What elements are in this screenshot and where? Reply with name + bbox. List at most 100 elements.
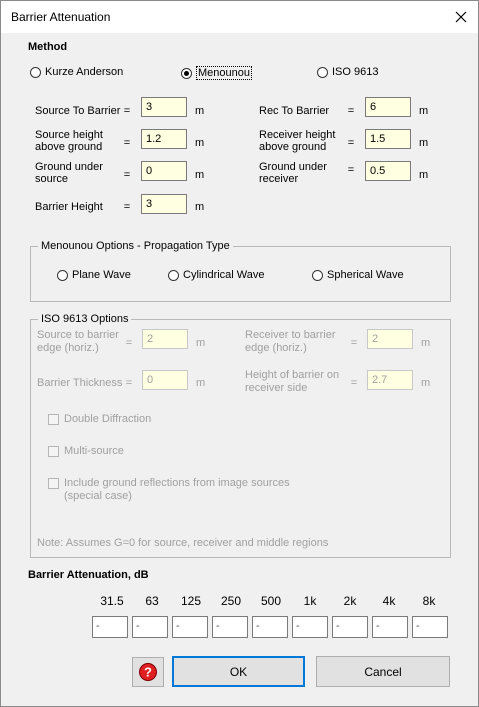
source-height-label-line2: above ground xyxy=(35,141,103,153)
dialog-body: Method Kurze Anderson Menounou ISO 9613 … xyxy=(1,33,478,706)
help-icon: ? xyxy=(139,663,157,681)
title-bar: Barrier Attenuation xyxy=(1,1,478,33)
ok-button[interactable]: OK xyxy=(172,656,305,687)
receiver-edge-label-line2: edge (horiz.) xyxy=(245,342,307,354)
svg-text:?: ? xyxy=(144,665,152,680)
receiver-height-input[interactable]: 1.5 xyxy=(365,129,411,149)
freq-label: 31.5 xyxy=(100,594,124,608)
source-height-input[interactable]: 1.2 xyxy=(141,129,187,149)
attenuation-value-box[interactable]: - xyxy=(332,616,368,638)
attenuation-heading: Barrier Attenuation, dB xyxy=(28,569,149,581)
unit-label: m xyxy=(196,337,206,349)
attenuation-value-box[interactable]: - xyxy=(372,616,408,638)
rec-to-barrier-input[interactable]: 6 xyxy=(365,97,411,117)
ground-source-label-line2: source xyxy=(35,173,69,185)
freq-label: 63 xyxy=(145,594,159,608)
window-title: Barrier Attenuation xyxy=(11,10,111,24)
equals-sign: = xyxy=(347,164,355,176)
unit-label: m xyxy=(421,377,431,389)
checkbox-label: Multi-source xyxy=(64,445,124,457)
unit-label: m xyxy=(419,137,429,149)
equals-sign: = xyxy=(350,377,358,389)
source-edge-label-line2: edge (horiz.) xyxy=(37,342,99,354)
equals-sign: = xyxy=(347,105,355,117)
radio-iso-9613[interactable]: ISO 9613 xyxy=(317,66,378,78)
checkbox-label: Include ground reflections from image so… xyxy=(64,477,290,503)
freq-label: 250 xyxy=(220,594,242,608)
equals-sign: = xyxy=(125,337,133,349)
ground-reflections-checkbox[interactable]: Include ground reflections from image so… xyxy=(48,477,290,503)
height-receiver-input[interactable]: 2.7 xyxy=(367,370,413,390)
radio-spherical-wave[interactable]: Spherical Wave xyxy=(312,269,404,281)
receiver-edge-input[interactable]: 2 xyxy=(367,329,413,349)
freq-label: 8k xyxy=(422,594,436,608)
checkbox-label-line2: (special case) xyxy=(64,490,132,502)
radio-indicator xyxy=(30,66,41,78)
attenuation-value-box[interactable]: - xyxy=(292,616,328,638)
source-edge-input[interactable]: 2 xyxy=(142,329,188,349)
receiver-height-label-line2: above ground xyxy=(259,141,327,153)
barrier-thickness-label: Barrier Thickness xyxy=(37,377,123,389)
freq-label: 1k xyxy=(303,594,317,608)
ground-receiver-label-line2: receiver xyxy=(259,173,299,185)
unit-label: m xyxy=(419,169,429,181)
radio-label: ISO 9613 xyxy=(332,66,379,78)
double-diffraction-checkbox[interactable]: Double Diffraction xyxy=(48,413,151,425)
source-edge-label-line1: Source to barrier xyxy=(37,329,119,341)
checkbox-box xyxy=(48,446,59,457)
radio-plane-wave[interactable]: Plane Wave xyxy=(57,269,131,281)
source-to-barrier-label: Source To Barrier xyxy=(35,105,121,117)
unit-label: m xyxy=(195,137,205,149)
barrier-height-label: Barrier Height xyxy=(35,201,103,213)
radio-menounou[interactable]: Menounou xyxy=(181,66,252,80)
close-icon xyxy=(455,11,466,23)
height-receiver-label-line2: receiver side xyxy=(245,382,308,394)
ground-receiver-input[interactable]: 0.5 xyxy=(365,161,411,181)
attenuation-value-box[interactable]: - xyxy=(132,616,168,638)
radio-indicator xyxy=(317,66,328,78)
equals-sign: = xyxy=(347,137,355,149)
freq-label: 125 xyxy=(180,594,202,608)
help-button[interactable]: ? xyxy=(132,657,164,687)
checkbox-label: Double Diffraction xyxy=(64,413,152,425)
receiver-edge-label-line1: Receiver to barrier xyxy=(245,329,336,341)
radio-label: Kurze Anderson xyxy=(45,66,124,78)
attenuation-value-box[interactable]: - xyxy=(92,616,128,638)
equals-sign: = xyxy=(123,105,131,117)
close-button[interactable] xyxy=(443,1,478,33)
barrier-height-input[interactable]: 3 xyxy=(141,194,187,214)
attenuation-value-box[interactable]: - xyxy=(252,616,288,638)
radio-indicator xyxy=(312,269,323,281)
rec-to-barrier-label: Rec To Barrier xyxy=(259,105,330,117)
source-to-barrier-input[interactable]: 3 xyxy=(141,97,187,117)
iso-options-title: ISO 9613 Options xyxy=(38,313,132,326)
unit-label: m xyxy=(196,377,206,389)
cancel-button[interactable]: Cancel xyxy=(316,656,450,687)
method-heading: Method xyxy=(28,41,68,53)
freq-label: 500 xyxy=(260,594,282,608)
iso-note: Note: Assumes G=0 for source, receiver a… xyxy=(37,537,329,549)
radio-kurze-anderson[interactable]: Kurze Anderson xyxy=(30,66,123,78)
barrier-thickness-input[interactable]: 0 xyxy=(142,370,188,390)
radio-cylindrical-wave[interactable]: Cylindrical Wave xyxy=(168,269,265,281)
checkbox-box xyxy=(48,478,59,489)
ground-source-input[interactable]: 0 xyxy=(141,161,187,181)
barrier-attenuation-dialog: Barrier Attenuation Method Kurze Anderso… xyxy=(0,0,479,707)
unit-label: m xyxy=(195,201,205,213)
attenuation-value-box[interactable]: - xyxy=(412,616,448,638)
freq-label: 2k xyxy=(343,594,357,608)
freq-label: 4k xyxy=(382,594,396,608)
radio-label: Menounou xyxy=(196,66,252,80)
unit-label: m xyxy=(195,105,205,117)
attenuation-value-box[interactable]: - xyxy=(172,616,208,638)
radio-indicator xyxy=(181,67,192,79)
attenuation-value-box[interactable]: - xyxy=(212,616,248,638)
unit-label: m xyxy=(419,105,429,117)
checkbox-box xyxy=(48,414,59,425)
unit-label: m xyxy=(421,337,431,349)
equals-sign: = xyxy=(123,137,131,149)
multi-source-checkbox[interactable]: Multi-source xyxy=(48,445,124,457)
equals-sign: = xyxy=(125,377,133,389)
radio-indicator xyxy=(168,269,179,281)
menounou-options-title: Menounou Options - Propagation Type xyxy=(38,240,233,253)
